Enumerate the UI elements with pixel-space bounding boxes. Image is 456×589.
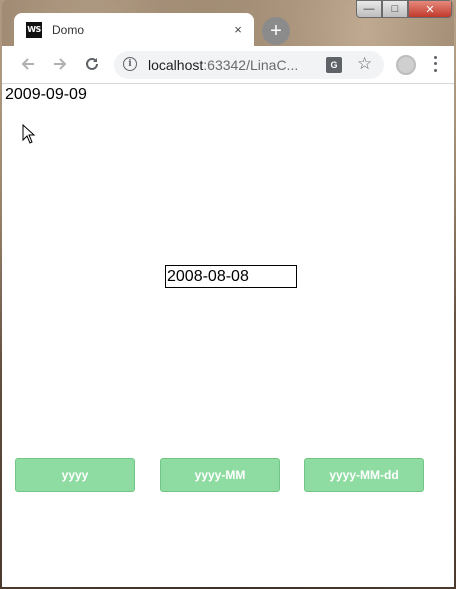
close-tab-icon[interactable]: ×	[228, 22, 248, 37]
address-bar[interactable]: i localhost:63342/LinaC... G ☆	[114, 51, 384, 79]
browser-tab[interactable]: WS Domo ×	[14, 13, 254, 46]
browser-toolbar: i localhost:63342/LinaC... G ☆	[2, 46, 454, 84]
back-button[interactable]	[16, 52, 40, 76]
webstorm-icon: WS	[26, 21, 42, 38]
bookmark-star-icon[interactable]: ☆	[357, 54, 372, 74]
reload-button[interactable]	[80, 52, 104, 76]
reload-icon	[86, 57, 98, 70]
tab-strip: WS Domo × + — □ ✕	[2, 0, 454, 46]
profile-avatar-icon[interactable]	[396, 55, 416, 75]
format-yyyy-mm-dd-button[interactable]: yyyy-MM-dd	[304, 458, 424, 492]
date-output-text: 2009-09-09	[5, 86, 87, 103]
date-input[interactable]	[165, 265, 297, 288]
url-path: :63342/LinaC...	[203, 57, 299, 73]
browser-window: WS Domo × + — □ ✕ i localhost:63342/Lina…	[2, 0, 454, 587]
menu-dot	[433, 55, 437, 59]
page-content: 2009-09-09 yyyy yyyy-MM yyyy-MM-dd	[2, 84, 454, 587]
minimize-button[interactable]: —	[356, 0, 382, 18]
window-controls: — □ ✕	[356, 0, 452, 20]
new-tab-button[interactable]: +	[262, 17, 290, 45]
menu-dot	[433, 62, 437, 66]
back-arrow-icon	[21, 58, 34, 70]
maximize-button[interactable]: □	[382, 0, 408, 18]
format-yyyy-button[interactable]: yyyy	[15, 458, 135, 492]
close-window-button[interactable]: ✕	[408, 0, 452, 18]
translate-icon[interactable]: G	[326, 57, 342, 73]
menu-dot	[433, 69, 437, 73]
url-host: localhost	[148, 57, 204, 73]
mouse-cursor-icon	[22, 124, 36, 144]
forward-arrow-icon	[54, 58, 67, 70]
kebab-menu-icon[interactable]	[432, 54, 438, 74]
format-yyyy-mm-button[interactable]: yyyy-MM	[160, 458, 280, 492]
forward-button[interactable]	[48, 52, 72, 76]
site-info-icon[interactable]: i	[123, 57, 137, 71]
url-text[interactable]: localhost:63342/LinaC...	[148, 57, 318, 73]
tab-title: Domo	[52, 22, 85, 37]
